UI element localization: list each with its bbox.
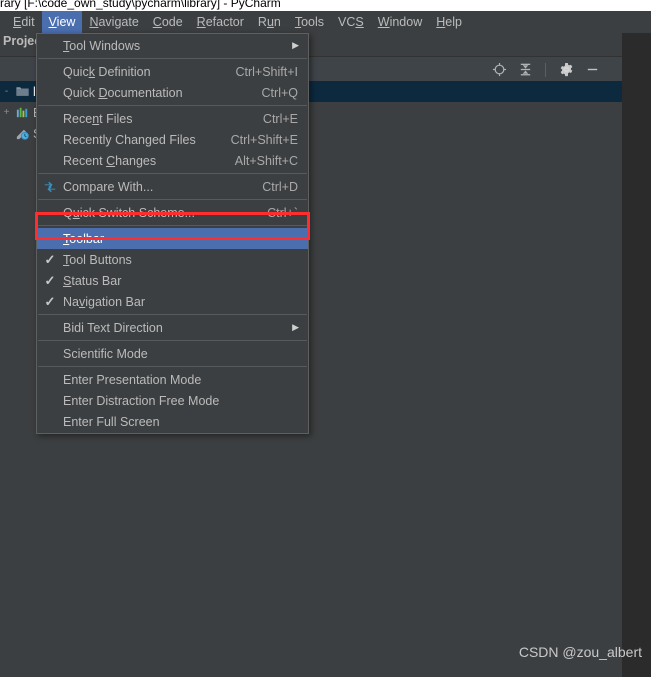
menu-item-label: Status Bar	[63, 273, 122, 288]
menubar-item-run[interactable]: Run	[251, 11, 288, 33]
menu-separator	[38, 225, 307, 226]
minimize-icon[interactable]	[584, 62, 600, 78]
folder-icon	[13, 84, 31, 99]
toolbar-separator	[545, 62, 546, 77]
menu-separator	[38, 105, 307, 106]
menu-item-recent-changes[interactable]: Recent Changes Alt+Shift+C	[37, 150, 308, 171]
menu-separator	[38, 199, 307, 200]
window-title-bar: rary [F:\code_own_study\pycharm\library]…	[0, 0, 651, 11]
menubar-item-window[interactable]: Window	[371, 11, 429, 33]
tree-expand-toggle[interactable]: +	[0, 102, 13, 123]
menu-item-enter-full-screen[interactable]: Enter Full Screen	[37, 411, 308, 432]
menu-item-tool-windows[interactable]: Tool Windows ▶	[37, 35, 308, 56]
menu-item-tool-buttons[interactable]: ✓ Tool Buttons	[37, 249, 308, 270]
menu-item-status-bar[interactable]: ✓ Status Bar	[37, 270, 308, 291]
watermark: CSDN @zou_albert	[518, 644, 642, 660]
menu-item-label: Scientific Mode	[63, 346, 148, 361]
project-toolbar-buttons	[491, 57, 600, 82]
menu-item-label: Enter Presentation Mode	[63, 372, 202, 387]
menubar-item-vcs[interactable]: VCS	[331, 11, 371, 33]
menu-item-scientific-mode[interactable]: Scientific Mode	[37, 343, 308, 364]
menu-item-label: Recent Files	[63, 111, 133, 126]
menu-item-recent-files[interactable]: Recent Files Ctrl+E	[37, 108, 308, 129]
menu-item-shortcut: Ctrl+E	[262, 111, 298, 126]
menu-item-label: Tool Windows	[63, 38, 141, 53]
chevron-right-icon: ▶	[292, 322, 299, 332]
menu-separator	[38, 58, 307, 59]
menu-item-shortcut: Ctrl+Q	[261, 85, 298, 100]
scratch-icon	[13, 126, 31, 141]
menubar-item-code[interactable]: Code	[146, 11, 190, 33]
collapse-all-icon[interactable]	[517, 62, 533, 78]
locate-target-icon[interactable]	[491, 62, 507, 78]
menu-item-shortcut: Ctrl+`	[267, 205, 298, 220]
menu-item-toolbar[interactable]: Toolbar	[37, 228, 308, 249]
menu-item-label: Tool Buttons	[63, 252, 132, 267]
menu-item-shortcut: Ctrl+D	[262, 179, 298, 194]
check-icon: ✓	[44, 273, 56, 288]
menu-item-shortcut: Ctrl+Shift+E	[230, 132, 298, 147]
menu-item-quick-documentation[interactable]: Quick Documentation Ctrl+Q	[37, 82, 308, 103]
menu-item-label: Quick Switch Scheme...	[63, 205, 196, 220]
menu-item-navigation-bar[interactable]: ✓ Navigation Bar	[37, 291, 308, 312]
menu-item-label: Recently Changed Files	[63, 132, 196, 147]
check-icon: ✓	[44, 294, 56, 309]
menu-item-enter-presentation-mode[interactable]: Enter Presentation Mode	[37, 369, 308, 390]
menu-item-enter-distraction-free-mode[interactable]: Enter Distraction Free Mode	[37, 390, 308, 411]
menu-item-label: Enter Full Screen	[63, 414, 160, 429]
menu-item-label: Toolbar	[63, 231, 104, 246]
menu-item-label: Navigation Bar	[63, 294, 145, 309]
bar-chart-icon	[13, 105, 31, 120]
menubar-item-edit[interactable]: Edit	[6, 11, 42, 33]
menubar-item-navigate[interactable]: Navigate	[82, 11, 145, 33]
compare-icon	[37, 180, 63, 194]
menu-item-compare-with[interactable]: Compare With... Ctrl+D	[37, 176, 308, 197]
check-icon: ✓	[44, 252, 56, 267]
menu-item-label: Quick Documentation	[63, 85, 183, 100]
window-title: rary [F:\code_own_study\pycharm\library]…	[0, 0, 281, 10]
menu-item-shortcut: Ctrl+Shift+I	[235, 64, 298, 79]
menu-bar: Edit View Navigate Code Refactor Run Tools VCS W…	[0, 11, 651, 33]
menu-item-label: Quick Definition	[63, 64, 151, 79]
menu-item-label: Recent Changes	[63, 153, 157, 168]
menu-item-quick-definition[interactable]: Quick Definition Ctrl+Shift+I	[37, 61, 308, 82]
menu-item-label: Bidi Text Direction	[63, 320, 163, 335]
menubar-item-help[interactable]: Help	[429, 11, 469, 33]
menu-item-quick-switch-scheme[interactable]: Quick Switch Scheme... Ctrl+`	[37, 202, 308, 223]
menu-separator	[38, 340, 307, 341]
right-gutter	[622, 33, 651, 677]
menu-item-recently-changed-files[interactable]: Recently Changed Files Ctrl+Shift+E	[37, 129, 308, 150]
menu-separator	[38, 366, 307, 367]
menubar-item-refactor[interactable]: Refactor	[190, 11, 251, 33]
menu-item-shortcut: Alt+Shift+C	[234, 153, 298, 168]
menu-separator	[38, 314, 307, 315]
menu-separator	[38, 173, 307, 174]
menu-item-bidi-text-direction[interactable]: Bidi Text Direction ▶	[37, 317, 308, 338]
menubar-item-tools[interactable]: Tools	[288, 11, 331, 33]
chevron-right-icon: ▶	[292, 40, 299, 50]
gear-icon[interactable]	[558, 62, 574, 78]
menubar-item-view[interactable]: View	[41, 11, 83, 33]
tree-expand-toggle[interactable]: -	[0, 81, 13, 102]
menu-item-label: Enter Distraction Free Mode	[63, 393, 220, 408]
view-dropdown-menu: Tool Windows ▶ Quick Definition Ctrl+Shift+…	[36, 33, 309, 434]
menu-item-label: Compare With...	[63, 179, 154, 194]
